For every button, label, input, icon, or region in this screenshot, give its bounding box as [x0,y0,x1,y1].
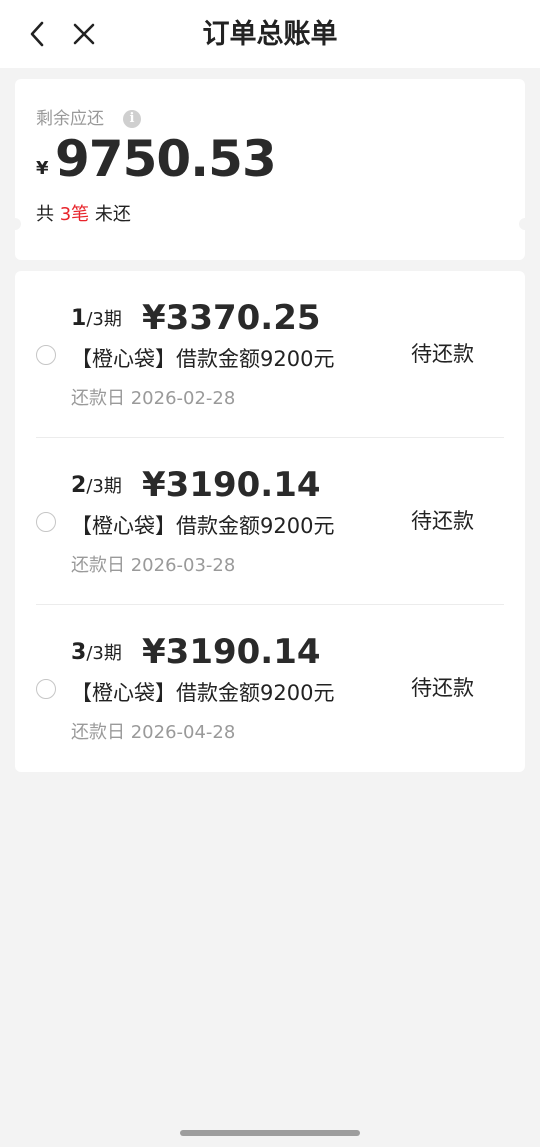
card-notch-right [519,218,531,230]
unpaid-count-suffix: 未还 [89,204,131,225]
period-number: 1 [71,306,87,331]
currency-symbol: ¥ [36,158,49,179]
installment-item[interactable]: 2/3期 ¥3190.14 【橙心袋】借款金额9200元 还款日 2026-03… [15,438,525,605]
select-radio[interactable] [36,512,56,532]
payment-status: 待还款 [411,342,474,366]
loan-description: 【橙心袋】借款金额9200元 [71,347,335,371]
period-number: 2 [71,473,87,498]
remaining-label: 剩余应还 [36,109,104,129]
loan-description: 【橙心袋】借款金额9200元 [71,681,335,705]
unpaid-count-value: 3笔 [59,204,90,225]
due-date: 还款日 2026-02-28 [71,388,236,409]
period-total: /3期 [86,643,122,664]
chevron-left-icon [30,21,44,47]
due-date: 还款日 2026-04-28 [71,722,236,743]
select-radio[interactable] [36,345,56,365]
info-icon[interactable]: i [123,110,141,128]
payment-status: 待还款 [411,509,474,533]
remaining-summary-card: 剩余应还 i ¥ 9750.53 共 3笔 未还 [9,79,531,260]
remaining-amount: 9750.53 [55,130,277,188]
period-label: 2/3期 [71,472,122,501]
period-label: 1/3期 [71,305,122,334]
installment-list: 1/3期 ¥3370.25 【橙心袋】借款金额9200元 还款日 2026-02… [15,271,525,772]
unpaid-count: 共 3笔 未还 [36,203,131,227]
due-date: 还款日 2026-03-28 [71,555,236,576]
close-icon [73,23,95,45]
installment-amount: ¥3370.25 [142,298,321,338]
back-button[interactable] [22,18,54,50]
installment-item[interactable]: 1/3期 ¥3370.25 【橙心袋】借款金额9200元 还款日 2026-02… [15,271,525,438]
period-total: /3期 [86,309,122,330]
period-label: 3/3期 [71,639,122,668]
installment-amount: ¥3190.14 [142,632,321,672]
installment-amount: ¥3190.14 [142,465,321,505]
period-total: /3期 [86,476,122,497]
installment-item[interactable]: 3/3期 ¥3190.14 【橙心袋】借款金额9200元 还款日 2026-04… [15,605,525,772]
loan-description: 【橙心袋】借款金额9200元 [71,514,335,538]
select-radio[interactable] [36,679,56,699]
home-indicator[interactable] [180,1130,360,1136]
close-button[interactable] [68,18,100,50]
card-notch-left [9,218,21,230]
unpaid-count-prefix: 共 [36,204,60,225]
header-bar: 订单总账单 [0,0,540,68]
payment-status: 待还款 [411,676,474,700]
period-number: 3 [71,640,87,665]
